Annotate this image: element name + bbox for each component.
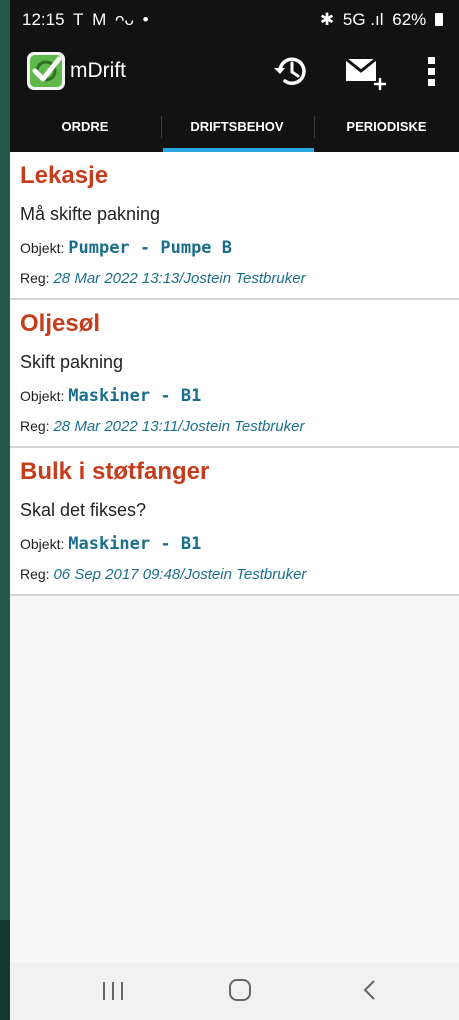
recents-icon[interactable] — [100, 980, 126, 1002]
reg-value: 28 Mar 2022 13:11/Jostein Testbruker — [53, 418, 305, 435]
tab-driftsbehov[interactable]: DRIFTSBEHOV — [160, 102, 314, 152]
item-objekt: Objekt: Maskiner - B1 — [20, 386, 201, 406]
app-logo-icon — [27, 52, 65, 90]
app-title: mDrift — [70, 59, 126, 82]
objekt-value: Maskiner - B1 — [68, 534, 202, 554]
objekt-value: Maskiner - B1 — [68, 386, 202, 406]
status-icon-t: T — [72, 10, 84, 29]
objekt-label: Objekt: — [20, 388, 65, 404]
item-description: Skal det fikses? — [20, 500, 147, 520]
list-item[interactable]: Oljesøl Skift pakning Objekt: Maskiner -… — [10, 300, 459, 448]
item-description: Skift pakning — [20, 352, 124, 372]
signal-icon: 5G .ıl — [342, 10, 384, 29]
item-description: Må skifte pakning — [20, 204, 161, 224]
reg-label: Reg: — [20, 270, 50, 286]
item-title: Lekasje — [20, 162, 109, 189]
phone-screen: 12:15 T M ᴖᴗ • ✱ 5G .ıl 62% mDrift ORDRE… — [10, 0, 459, 1020]
reg-label: Reg: — [20, 418, 50, 434]
item-reg: Reg: 06 Sep 2017 09:48/Jostein Testbruke… — [20, 566, 306, 583]
tab-bar: ORDRE DRIFTSBEHOV PERIODISKE — [10, 102, 459, 152]
more-vert-icon[interactable] — [418, 51, 446, 91]
item-title: Bulk i støtfanger — [20, 458, 210, 485]
status-left: 12:15 T M ᴖᴗ • — [22, 10, 153, 30]
list-item[interactable]: Bulk i støtfanger Skal det fikses? Objek… — [10, 448, 459, 596]
status-time: 12:15 — [22, 10, 65, 29]
objekt-value: Pumper - Pumpe B — [68, 238, 233, 258]
status-icon-gmail: M — [92, 10, 107, 29]
reg-value: 06 Sep 2017 09:48/Jostein Testbruker — [53, 566, 307, 583]
reg-value: 28 Mar 2022 13:13/Jostein Testbruker — [53, 270, 306, 287]
reg-label: Reg: — [20, 566, 50, 582]
mail-add-icon[interactable] — [342, 51, 386, 91]
bluetooth-icon: ✱ — [319, 10, 335, 29]
objekt-label: Objekt: — [20, 536, 65, 552]
objekt-label: Objekt: — [20, 240, 65, 256]
back-icon[interactable] — [360, 978, 380, 1002]
status-bar: 12:15 T M ᴖᴗ • ✱ 5G .ıl 62% — [10, 0, 459, 40]
tab-periodiske[interactable]: PERIODISKE — [314, 102, 459, 152]
tab-ordre[interactable]: ORDRE — [10, 102, 160, 152]
status-icon-link: ᴖᴗ — [115, 10, 134, 29]
status-right: ✱ 5G .ıl 62% — [316, 10, 443, 30]
item-reg: Reg: 28 Mar 2022 13:11/Jostein Testbruke… — [20, 418, 304, 435]
list-item[interactable]: Lekasje Må skifte pakning Objekt: Pumper… — [10, 152, 459, 300]
battery-icon — [435, 13, 443, 26]
battery-level: 62% — [392, 10, 427, 29]
system-nav-bar — [10, 962, 459, 1020]
item-objekt: Objekt: Maskiner - B1 — [20, 534, 201, 554]
item-objekt: Objekt: Pumper - Pumpe B — [20, 238, 232, 258]
history-icon[interactable] — [271, 51, 311, 91]
driftsbehov-list: Lekasje Må skifte pakning Objekt: Pumper… — [10, 152, 459, 596]
background-edge-bottom — [0, 920, 10, 1020]
background-edge — [0, 0, 10, 1020]
app-bar: mDrift — [10, 40, 459, 102]
status-icon-dot: • — [142, 10, 149, 29]
item-title: Oljesøl — [20, 310, 101, 337]
item-reg: Reg: 28 Mar 2022 13:13/Jostein Testbruke… — [20, 270, 306, 287]
home-icon[interactable] — [228, 978, 252, 1002]
